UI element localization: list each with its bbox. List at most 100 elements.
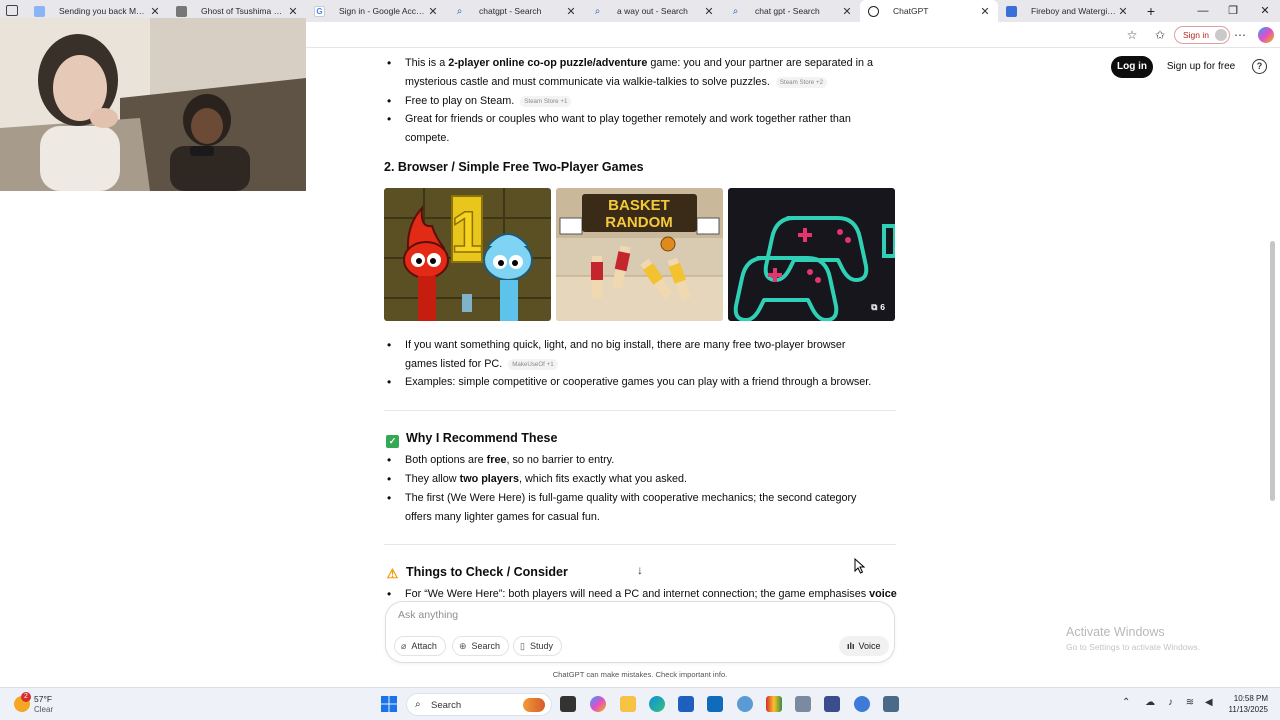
tab-label: Fireboy and Watergirl - Pla	[1031, 6, 1116, 16]
store-icon[interactable]	[678, 696, 694, 712]
search-highlight-icon	[523, 698, 545, 712]
minimize-icon[interactable]: —	[1188, 0, 1218, 22]
tab-chatgpt-search[interactable]: ⌕ chatgpt - Search ✕	[446, 0, 584, 22]
voice-button[interactable]: ılı Voice	[839, 636, 889, 656]
close-icon[interactable]: ✕	[840, 5, 854, 18]
favorites-icon[interactable]: ✩	[1152, 27, 1168, 43]
bullet-text: Free to play on Steam.	[405, 95, 515, 107]
clock-date: 11/13/2025	[1228, 705, 1268, 714]
file-explorer-icon[interactable]	[620, 696, 636, 712]
search-icon: ⌕	[594, 5, 601, 17]
document-app-icon[interactable]	[795, 696, 811, 712]
citation-chip[interactable]: Steam Store +2	[775, 76, 828, 88]
close-icon[interactable]: ✕	[702, 5, 716, 18]
taskbar-clock[interactable]: 10:58 PM 11/13/2025	[1220, 693, 1268, 715]
search-label: Search	[471, 641, 501, 651]
citation-chip[interactable]: Steam Store +1	[520, 95, 572, 107]
check-mark-icon: ✓	[386, 435, 399, 448]
tab-actions-icon[interactable]	[6, 5, 18, 16]
login-button[interactable]: Log in	[1111, 56, 1153, 78]
bullet-text: , so no barrier to entry.	[506, 454, 615, 466]
windows-start-icon[interactable]	[381, 696, 397, 712]
ask-anything-input[interactable]	[398, 609, 798, 621]
weather-condition: Clear	[34, 705, 54, 714]
two-player-games-image[interactable]: ⧉ 6	[728, 188, 895, 321]
list-item: The first (We Were Here) is full-game qu…	[380, 489, 880, 527]
heading-text: Why I Recommend These	[406, 431, 558, 445]
restore-icon[interactable]: ❐	[1218, 0, 1248, 22]
watermark-subtitle: Go to Settings to activate Windows.	[1066, 642, 1201, 652]
close-icon[interactable]: ✕	[978, 5, 992, 18]
chevron-up-icon[interactable]: ⌃	[1122, 697, 1130, 708]
search-button[interactable]: ⊕ Search	[452, 636, 510, 656]
more-options-icon[interactable]: ⋯	[1232, 27, 1248, 43]
bullet-text: They allow	[405, 473, 460, 485]
new-tab-plus-icon[interactable]: +	[1136, 0, 1166, 22]
browser-signin-button[interactable]: Sign in	[1174, 26, 1230, 44]
help-icon[interactable]: ?	[1252, 59, 1267, 74]
game-app-icon[interactable]	[766, 696, 782, 712]
image-count: 6	[880, 302, 885, 312]
close-icon[interactable]: ✕	[286, 5, 300, 18]
book-icon: ▯	[520, 641, 525, 651]
bullet-text: Great for friends or couples who want to…	[405, 113, 851, 144]
close-icon[interactable]: ✕	[564, 5, 578, 18]
warning-icon: ⚠	[386, 566, 399, 581]
media-app-icon[interactable]	[824, 696, 840, 712]
search-icon: ⌕	[456, 5, 463, 17]
edge-browser-icon[interactable]	[649, 696, 665, 712]
close-icon[interactable]: ✕	[426, 5, 440, 18]
copilot-app-icon[interactable]	[590, 696, 606, 712]
tab-a-way-out-search[interactable]: ⌕ a way out - Search ✕	[584, 0, 722, 22]
bullet-bold-text: voice	[869, 588, 897, 600]
signin-label: Sign in	[1183, 30, 1209, 40]
watermark-title: Activate Windows	[1066, 625, 1165, 639]
taskbar-search-box[interactable]: ⌕ Search	[406, 693, 552, 716]
network-app-icon[interactable]	[737, 696, 753, 712]
attach-label: Attach	[411, 641, 437, 651]
cloud-icon[interactable]: ☁	[1145, 697, 1155, 708]
copilot-icon[interactable]	[1258, 27, 1274, 43]
weather-widget[interactable]: 2 57°F Clear	[12, 692, 82, 717]
weather-temperature: 57°F	[34, 694, 53, 704]
tab-chatgpt[interactable]: ChatGPT ✕	[860, 0, 998, 22]
attach-button[interactable]: ⌀ Attach	[394, 636, 446, 656]
bullet-text: Both options are	[405, 454, 487, 466]
volume-icon[interactable]: ◀	[1205, 697, 1213, 708]
fireboy-watergirl-image[interactable]: 1	[384, 188, 551, 321]
outlook-icon[interactable]	[707, 696, 723, 712]
bullet-text: Examples: simple competitive or cooperat…	[405, 376, 872, 388]
bullet-bold-text: 2-player online co-op puzzle/adventure	[448, 57, 648, 69]
system-tray[interactable]: ⌃ ☁ ♪ ≋ ◀	[1122, 697, 1213, 708]
signup-button[interactable]: Sign up for free	[1160, 56, 1242, 78]
chatgpt-logo-icon	[868, 5, 879, 17]
tab-chat-gpt-search[interactable]: ⌕ chat gpt - Search ✕	[722, 0, 860, 22]
list-item: This is a 2-player online co-op puzzle/a…	[380, 54, 880, 92]
close-icon[interactable]: ✕	[148, 5, 162, 18]
wifi-icon[interactable]: ≋	[1186, 697, 1194, 708]
thumb-digit: 1	[451, 200, 483, 265]
scrollbar-thumb[interactable]	[1270, 241, 1275, 501]
tab-fireboy-watergirl[interactable]: Fireboy and Watergirl - Pla ✕	[998, 0, 1136, 22]
scroll-down-arrow-icon[interactable]: ↓	[631, 561, 649, 579]
voice-waveform-icon: ılı	[847, 641, 855, 651]
section-heading: ⚠ Things to Check / Consider	[386, 565, 568, 580]
microphone-icon[interactable]: ♪	[1168, 697, 1173, 708]
basket-random-image[interactable]: BASKET RANDOM	[556, 188, 723, 321]
chat-conversation: This is a 2-player online co-op puzzle/a…	[380, 48, 900, 600]
tab-google-signin[interactable]: G Sign in - Google Accounts ✕	[306, 0, 446, 22]
bullet-bold-text: free	[486, 454, 507, 466]
task-view-icon[interactable]	[560, 696, 576, 712]
window-close-icon[interactable]: ✕	[1250, 0, 1280, 22]
study-button[interactable]: ▯ Study	[513, 636, 562, 656]
search-icon: ⌕	[415, 699, 421, 710]
favorite-star-icon[interactable]: ☆	[1124, 27, 1140, 43]
close-icon[interactable]: ✕	[1116, 5, 1130, 18]
search-icon: ⌕	[732, 5, 739, 17]
voice-label: Voice	[858, 641, 881, 651]
tool-app-icon[interactable]	[883, 696, 899, 712]
activate-windows-watermark: Activate Windows Go to Settings to activ…	[1066, 625, 1266, 652]
bullet-text: If you want something quick, light, and …	[405, 339, 846, 370]
qbittorrent-icon[interactable]	[854, 696, 870, 712]
citation-chip[interactable]: MakeUseOf +1	[508, 358, 558, 370]
